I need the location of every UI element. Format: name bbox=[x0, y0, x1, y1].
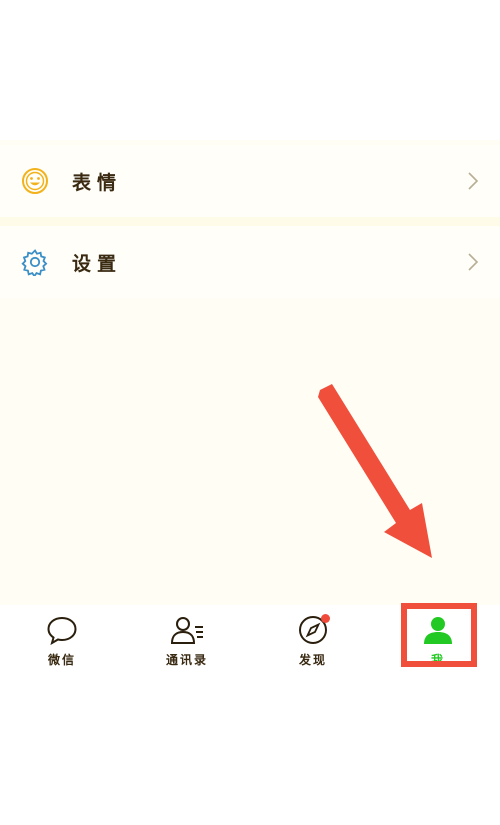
menu-item-stickers[interactable]: 表情 bbox=[0, 145, 500, 217]
chevron-right-icon bbox=[466, 170, 480, 192]
me-tab-highlight-box bbox=[401, 603, 477, 667]
menu-item-label: 设置 bbox=[72, 252, 123, 275]
menu-item-settings[interactable]: 设置 bbox=[0, 226, 500, 298]
notification-dot bbox=[321, 614, 330, 623]
gear-icon bbox=[20, 247, 50, 277]
app-frame: 表情 设置 微信 通讯录 发现 我 bbox=[0, 0, 500, 825]
row-divider bbox=[0, 217, 500, 226]
tab-label: 通讯录 bbox=[165, 653, 208, 667]
tab-label: 微信 bbox=[47, 653, 76, 667]
annotation-arrow-icon bbox=[318, 384, 432, 558]
smiley-icon bbox=[20, 166, 50, 196]
chat-bubble-icon bbox=[44, 613, 80, 647]
tab-label: 发现 bbox=[298, 653, 327, 667]
compass-icon bbox=[295, 613, 331, 647]
menu-item-label: 表情 bbox=[72, 171, 123, 194]
contacts-icon bbox=[169, 613, 205, 647]
tab-contacts[interactable]: 通讯录 bbox=[137, 605, 237, 670]
chevron-right-icon bbox=[466, 251, 480, 273]
tab-discover[interactable]: 发现 bbox=[263, 605, 363, 670]
tab-chats[interactable]: 微信 bbox=[12, 605, 112, 670]
